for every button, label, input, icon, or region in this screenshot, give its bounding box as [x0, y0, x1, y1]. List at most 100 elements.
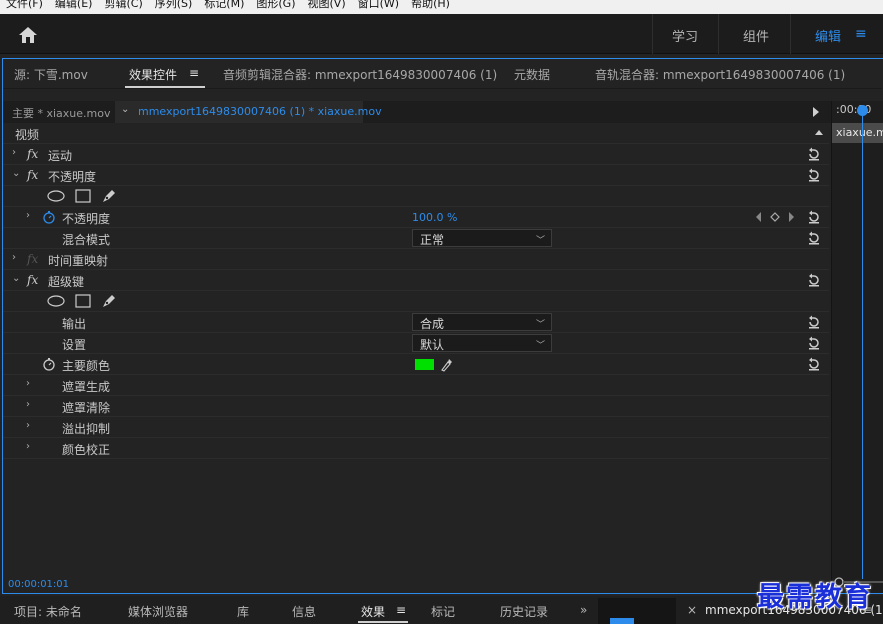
rectangle-mask-icon[interactable] — [75, 189, 91, 203]
mask-tools-row — [3, 186, 829, 207]
blend-mode-dropdown[interactable]: 正常 ﹀ — [412, 229, 552, 247]
master-clip-label[interactable]: 主要 * xiaxue.mov — [12, 105, 111, 121]
workspace-learn[interactable]: 学习 — [672, 26, 698, 45]
chevron-down-icon[interactable]: ⌄ — [12, 168, 20, 179]
reset-icon[interactable] — [807, 336, 821, 350]
reset-icon[interactable] — [807, 315, 821, 329]
reset-icon[interactable] — [807, 231, 821, 245]
chevron-right-icon[interactable]: › — [26, 420, 30, 431]
scroll-up-icon[interactable] — [815, 130, 823, 135]
effect-row-ultra-key[interactable]: ⌄ fx 超级键 — [3, 270, 829, 291]
eyedropper-icon[interactable] — [440, 356, 454, 372]
tab-info[interactable]: 信息 — [292, 603, 316, 620]
menu-markers[interactable]: 标记(M) — [198, 0, 250, 14]
effects-list: 视频 › fx 运动 ⌄ fx 不透明度 › 不透明度 100.0 % 混合模式… — [3, 123, 829, 459]
chevron-down-icon[interactable]: ⌄ — [12, 273, 20, 284]
stopwatch-icon[interactable] — [42, 210, 56, 224]
playhead[interactable] — [862, 109, 863, 579]
effect-label-time-remap: 时间重映射 — [48, 254, 109, 268]
pen-mask-icon[interactable] — [101, 293, 117, 309]
chevron-right-icon[interactable]: › — [26, 210, 30, 221]
tab-audio-track-mixer[interactable]: 音轨混合器: mmexport1649830007406 (1) — [595, 66, 845, 83]
param-group-color-correction[interactable]: › 颜色校正 — [3, 438, 829, 459]
effect-row-time-remap[interactable]: › fx 时间重映射 — [3, 249, 829, 270]
current-timecode[interactable]: 00:00:01:01 — [8, 579, 69, 590]
param-row-blend-mode[interactable]: 混合模式 正常 ﹀ — [3, 228, 829, 249]
tab-audio-clip-mixer[interactable]: 音频剪辑混合器: mmexport1649830007406 (1) — [223, 66, 497, 83]
close-icon[interactable]: × — [687, 603, 697, 617]
panel-menu-icon[interactable]: ≡ — [189, 66, 199, 80]
tab-media-browser[interactable]: 媒体浏览器 — [128, 603, 188, 620]
param-group-spill-suppression[interactable]: › 溢出抑制 — [3, 417, 829, 438]
ellipse-mask-icon[interactable] — [47, 295, 65, 307]
effect-row-motion[interactable]: › fx 运动 — [3, 144, 829, 165]
key-color-swatch[interactable] — [415, 359, 434, 370]
tab-project[interactable]: 项目: 未命名 — [14, 603, 82, 620]
chevron-right-icon[interactable]: › — [26, 378, 30, 389]
watermark-logo: 最需教育 — [757, 582, 873, 613]
chevron-down-icon[interactable]: ⌄ — [121, 104, 129, 115]
chevron-right-icon[interactable]: › — [12, 147, 16, 158]
param-row-key-color[interactable]: 主要颜色 — [3, 354, 829, 375]
reset-icon[interactable] — [807, 147, 821, 161]
selection-tool-icon[interactable] — [610, 618, 634, 624]
menu-window[interactable]: 窗口(W) — [352, 0, 405, 14]
timeline-clip[interactable]: xiaxue.mov — [832, 123, 883, 143]
tab-metadata[interactable]: 元数据 — [514, 66, 550, 83]
menu-file[interactable]: 文件(F) — [0, 0, 49, 14]
effect-row-opacity[interactable]: ⌄ fx 不透明度 — [3, 165, 829, 186]
menu-help[interactable]: 帮助(H) — [405, 0, 456, 14]
play-triangle-icon[interactable] — [813, 107, 819, 117]
effect-label-motion: 运动 — [48, 149, 73, 163]
divider — [790, 14, 791, 54]
menu-view[interactable]: 视图(V) — [302, 0, 352, 14]
chevron-right-icon[interactable]: › — [26, 441, 30, 452]
workspace-assemble[interactable]: 组件 — [743, 26, 769, 45]
reset-icon[interactable] — [807, 273, 821, 287]
param-group-matte-cleanup[interactable]: › 遮罩清除 — [3, 396, 829, 417]
param-group-matte-generation[interactable]: › 遮罩生成 — [3, 375, 829, 396]
tab-markers[interactable]: 标记 — [431, 603, 455, 620]
param-label-key-color: 主要颜色 — [62, 359, 111, 373]
param-row-opacity[interactable]: › 不透明度 100.0 % — [3, 207, 829, 228]
reset-icon[interactable] — [807, 357, 821, 371]
tab-history[interactable]: 历史记录 — [500, 603, 548, 620]
fx-icon[interactable]: fx — [27, 273, 38, 287]
rectangle-mask-icon[interactable] — [75, 294, 91, 308]
output-dropdown[interactable]: 合成 ﹀ — [412, 313, 552, 331]
tab-effect-controls[interactable]: 效果控件 — [129, 66, 177, 83]
active-tab-indicator — [358, 621, 408, 623]
menu-sequence[interactable]: 序列(S) — [149, 0, 199, 14]
workspace-menu-icon[interactable]: ≡ — [855, 26, 867, 42]
ellipse-mask-icon[interactable] — [47, 190, 65, 202]
effects-panel-menu-icon[interactable]: ≡ — [396, 603, 406, 617]
effect-timeline[interactable]: :00:00 xiaxue.mov — [831, 101, 883, 593]
fx-icon[interactable]: fx — [27, 168, 38, 182]
home-icon[interactable] — [18, 26, 38, 44]
chevron-right-icon[interactable]: › — [26, 399, 30, 410]
tab-library[interactable]: 库 — [237, 603, 249, 620]
video-header-label: 视频 — [15, 128, 40, 142]
tab-effects[interactable]: 效果 — [361, 603, 385, 620]
playhead-handle[interactable] — [857, 105, 868, 116]
opacity-value[interactable]: 100.0 % — [412, 211, 457, 224]
param-label-setting: 设置 — [62, 338, 87, 352]
chevron-right-icon[interactable]: › — [12, 252, 16, 263]
menu-graphics[interactable]: 图形(G) — [250, 0, 301, 14]
tab-source[interactable]: 源: 下雪.mov — [14, 66, 88, 83]
effect-controls-panel: 源: 下雪.mov 效果控件 ≡ 音频剪辑混合器: mmexport164983… — [2, 58, 883, 594]
fx-icon[interactable]: fx — [27, 147, 38, 161]
menu-clip[interactable]: 剪辑(C) — [98, 0, 148, 14]
setting-dropdown[interactable]: 默认 ﹀ — [412, 334, 552, 352]
workspace-edit[interactable]: 编辑 — [815, 26, 841, 45]
reset-icon[interactable] — [807, 210, 821, 224]
param-row-output[interactable]: 输出 合成 ﹀ — [3, 312, 829, 333]
sequence-clip-tab[interactable]: ⌄ mmexport1649830007406 (1) * xiaxue.mov — [115, 101, 382, 123]
stopwatch-icon[interactable] — [42, 357, 56, 371]
pen-mask-icon[interactable] — [101, 188, 117, 204]
more-tabs-icon[interactable]: » — [580, 603, 587, 617]
param-row-setting[interactable]: 设置 默认 ﹀ — [3, 333, 829, 354]
keyframe-navigator[interactable] — [755, 211, 795, 223]
reset-icon[interactable] — [807, 168, 821, 182]
menu-edit[interactable]: 编辑(E) — [49, 0, 99, 14]
